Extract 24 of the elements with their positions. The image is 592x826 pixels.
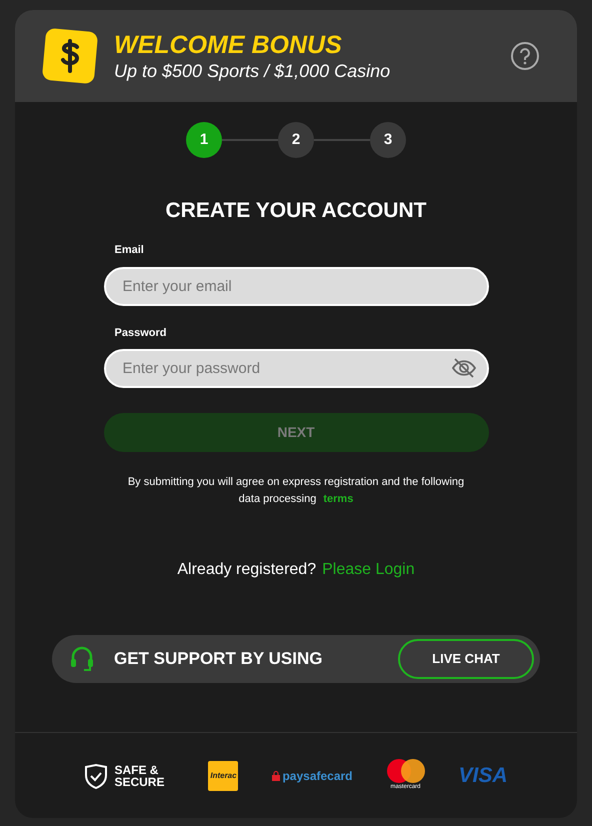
form-title: CREATE YOUR ACCOUNT [164,198,428,224]
password-field[interactable]: Enter your password [104,349,488,388]
terms-link[interactable]: terms [323,493,354,505]
login-prompt: Already registered? [177,560,316,580]
bonus-subtitle: Up to $500 Sports / $1,000 Casino [114,60,390,82]
visa-logo: VISA [458,762,508,789]
help-icon[interactable] [510,41,540,71]
field-label: Email [114,243,145,258]
paysafecard-logo: paysafecard [282,768,353,784]
email-field[interactable]: Enter your email [104,266,488,306]
circles-icon [386,759,425,783]
lock-icon [272,770,280,780]
live-chat-button[interactable]: LIVE CHAT [398,639,534,679]
shield-check-icon [84,762,108,788]
terms-text: By submitting you will agree on express registration and the following data processing terms [126,475,466,507]
safe-secure-label: SAFE & SECURE [114,764,166,788]
field-label: Password [114,326,168,340]
support-text: GET SUPPORT BY USING [114,648,322,670]
eye-slash-icon[interactable] [450,357,476,379]
bonus-title: WELCOME BONUS [114,30,343,60]
headset-icon [68,645,96,673]
dollar-icon [42,28,98,84]
login-link[interactable]: Please Login [322,558,415,582]
interac-logo: Interac [208,760,238,790]
